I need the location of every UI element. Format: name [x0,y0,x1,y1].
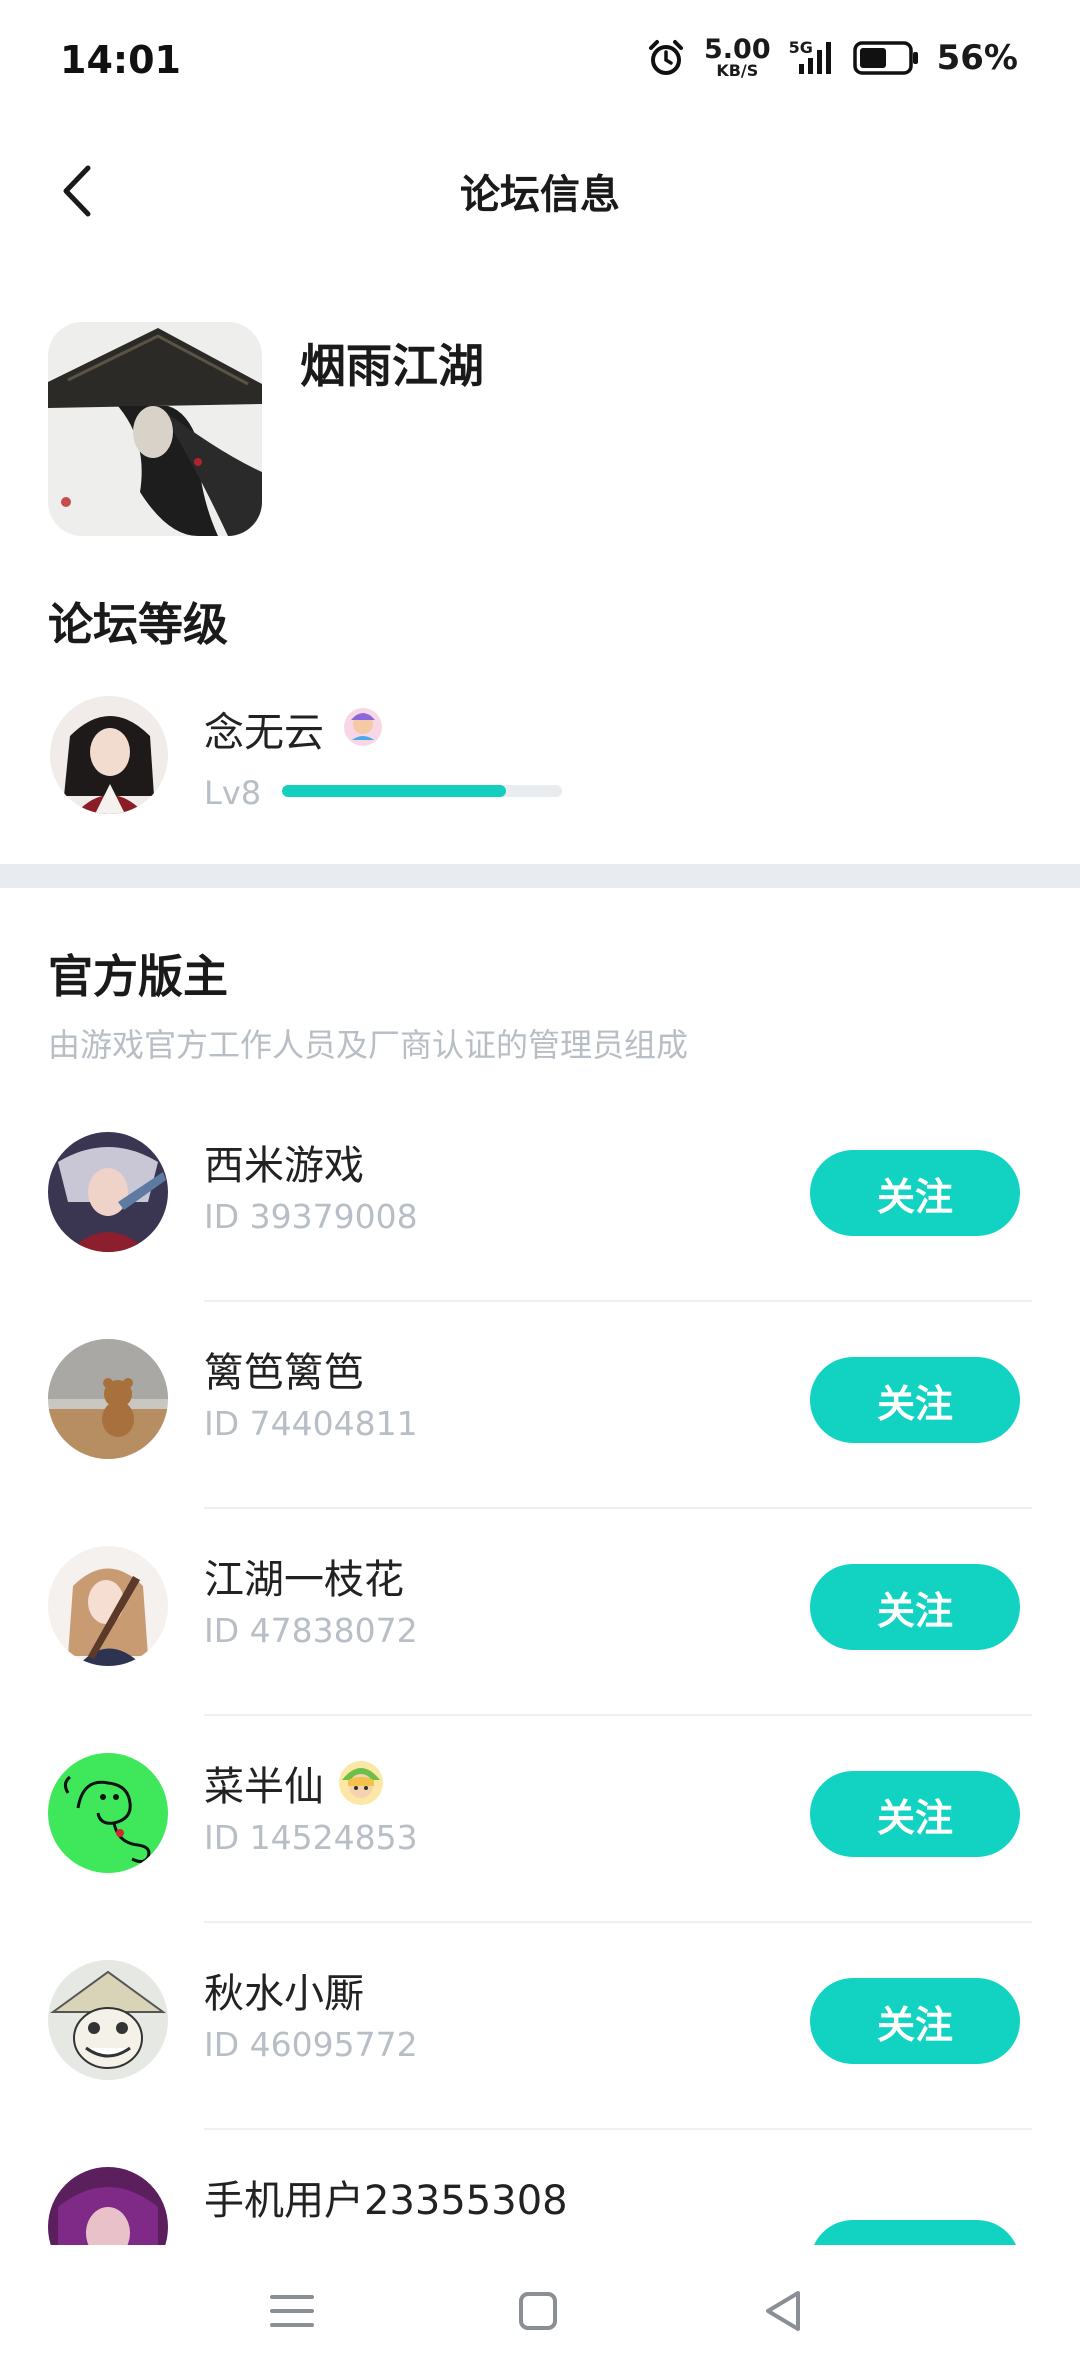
follow-button[interactable]: 关注 [810,1978,1020,2064]
section-divider [0,864,1080,888]
moderator-id: ID 46095772 [204,2025,418,2064]
status-icons: 5.00 KB/S 5G 56% [646,36,1018,79]
moderator-id: ID 14524853 [204,1818,418,1857]
home-button[interactable] [508,2283,568,2339]
triangle-back-icon [766,2291,800,2331]
nav-bar: 论坛信息 [0,130,1080,250]
square-home-icon [519,2292,557,2330]
alarm-icon [648,39,683,75]
menu-icon [270,2295,314,2327]
moderator-name: 篱笆篱笆 [204,1350,364,1396]
moderator-avatar[interactable] [48,1960,168,2080]
moderator-name: 江湖一枝花 [204,1557,404,1603]
level-section-title: 论坛等级 [48,598,229,651]
follow-button[interactable]: 关注 [810,1357,1020,1443]
forum-cover-image [48,322,262,536]
level-progress-bar [282,785,562,797]
level-progress-fill [282,785,506,797]
user-badge-icon [339,1761,383,1805]
moderators-section-subtitle: 由游戏官方工作人员及厂商认证的管理员组成 [48,1026,689,1064]
moderator-row[interactable]: 篱笆篱笆 ID 74404811 关注 [0,1302,1080,1509]
forum-name: 烟雨江湖 [300,339,484,393]
moderator-avatar[interactable] [48,1132,168,1252]
user-name: 念无云 [204,710,324,756]
system-nav-bar [0,2245,1080,2375]
moderator-name: 秋水小厮 [204,1971,364,2017]
moderator-avatar[interactable] [48,1546,168,1666]
moderator-name: 西米游戏 [204,1143,364,1189]
signal-icon: 5G [789,38,835,78]
moderator-avatar[interactable] [48,1339,168,1459]
user-avatar[interactable] [50,696,168,814]
network-speed: 5.00 KB/S [703,34,771,80]
status-bar: 14:01 5.00 KB/S 5G 56% [0,0,1080,130]
menu-button[interactable] [262,2283,322,2339]
back-nav-button[interactable] [754,2283,814,2339]
moderator-row[interactable]: 秋水小厮 ID 46095772 关注 [0,1923,1080,2130]
moderator-name: 菜半仙 [204,1754,386,1812]
battery-percent: 56% [936,37,1018,78]
follow-button[interactable]: 关注 [810,1564,1020,1650]
moderator-id: ID 74404811 [204,1404,418,1443]
status-time: 14:01 [60,38,181,82]
follow-button[interactable]: 关注 [810,1771,1020,1857]
moderators-section-title: 官方版主 [48,950,229,1003]
moderator-row[interactable]: 菜半仙 ID 14524853 关注 [0,1716,1080,1923]
moderator-avatar[interactable] [48,1753,168,1873]
moderator-row[interactable]: 江湖一枝花 ID 47838072 关注 [0,1509,1080,1716]
follow-button[interactable]: 关注 [810,1150,1020,1236]
moderator-id: ID 47838072 [204,1611,418,1650]
moderator-list: 西米游戏 ID 39379008 关注 篱笆篱笆 ID 74404811 关注 [0,1095,1080,2337]
page-title: 论坛信息 [460,172,620,218]
battery-icon [852,40,918,75]
user-badge-icon [342,706,384,748]
moderator-row[interactable]: 西米游戏 ID 39379008 关注 [0,1095,1080,1302]
user-level: Lv8 [204,774,262,812]
moderator-id: ID 39379008 [204,1197,418,1236]
moderator-name: 手机用户23355308 [204,2178,568,2224]
